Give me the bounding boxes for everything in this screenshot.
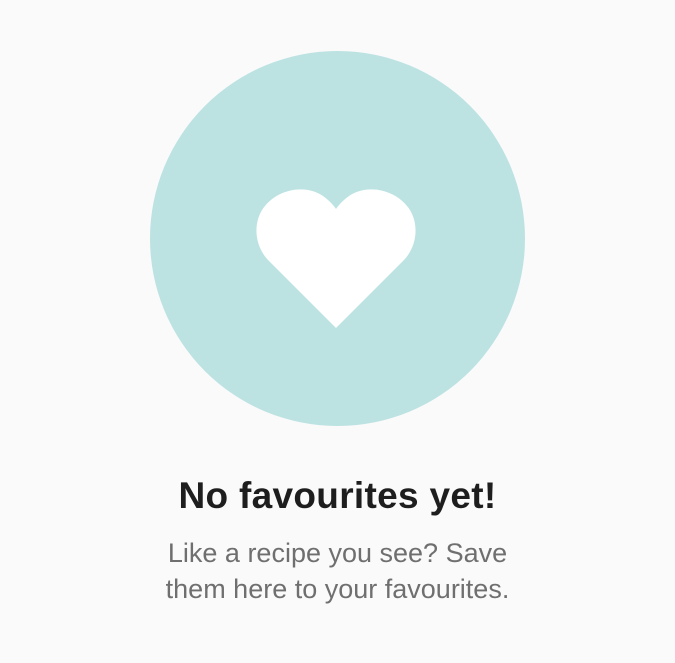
empty-state-description-line-2: them here to your favourites. xyxy=(165,574,510,604)
favourites-screen: No favourites yet! Like a recipe you see… xyxy=(0,0,675,663)
heart-icon xyxy=(253,176,419,328)
empty-state-description: Like a recipe you see? Save them here to… xyxy=(100,535,575,607)
favourites-illustration-circle xyxy=(150,51,525,426)
empty-state-title: No favourites yet! xyxy=(178,475,497,516)
empty-state: No favourites yet! Like a recipe you see… xyxy=(0,0,675,663)
empty-state-description-line-1: Like a recipe you see? Save xyxy=(167,538,508,568)
